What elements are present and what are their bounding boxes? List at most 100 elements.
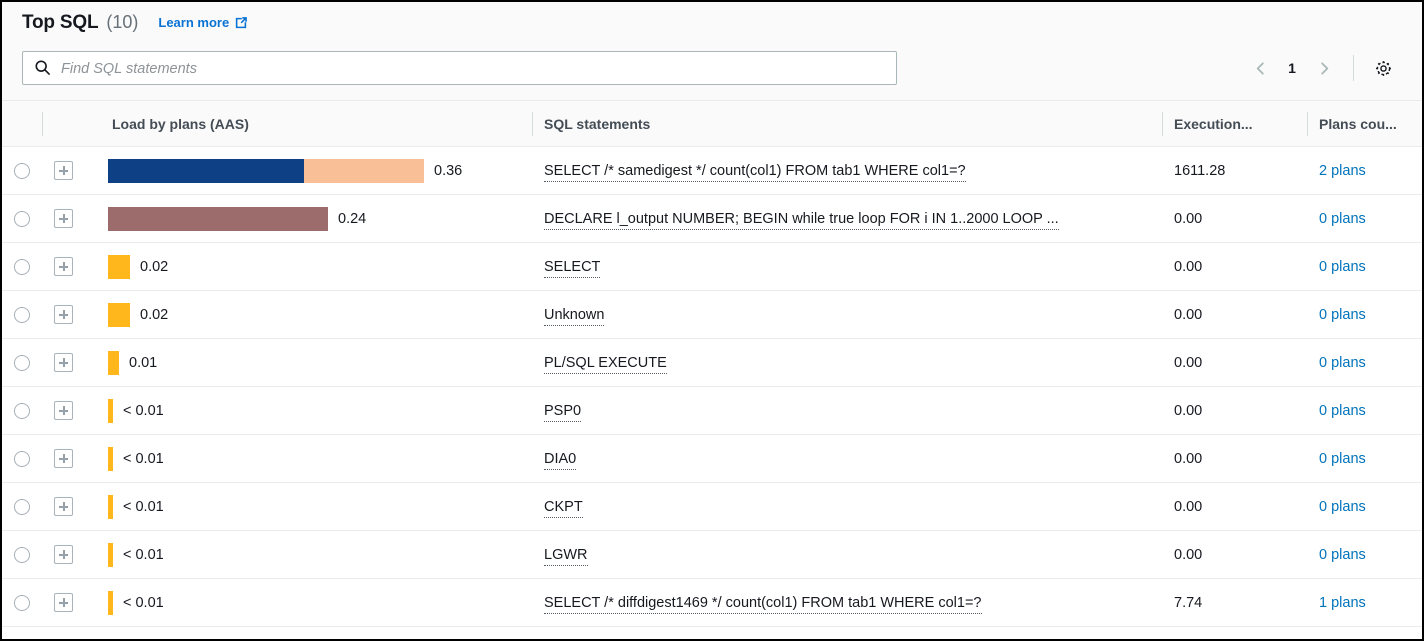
gear-icon[interactable] xyxy=(1368,53,1398,83)
table-row[interactable]: 0.02 SELECT 0.00 0 plans xyxy=(2,243,1422,291)
sql-statement-text[interactable]: SELECT xyxy=(544,259,600,278)
sql-statement-text[interactable]: DIA0 xyxy=(544,451,576,470)
column-header-select xyxy=(2,101,42,147)
table-row[interactable]: 0.24 DECLARE l_output NUMBER; BEGIN whil… xyxy=(2,195,1422,243)
sql-statement-cell: SELECT xyxy=(532,243,1162,291)
sql-statement-text[interactable]: CKPT xyxy=(544,499,583,518)
table-row[interactable]: < 0.01 LGWR 0.00 0 plans xyxy=(2,531,1422,579)
plans-count-link[interactable]: 2 plans xyxy=(1319,163,1366,179)
row-select-cell xyxy=(2,435,42,483)
plans-count-link[interactable]: 0 plans xyxy=(1319,259,1366,275)
row-radio-button[interactable] xyxy=(14,499,30,515)
learn-more-link[interactable]: Learn more xyxy=(158,15,248,30)
table-row[interactable]: < 0.01 CKPT 0.00 0 plans xyxy=(2,483,1422,531)
expand-row-button[interactable] xyxy=(54,401,73,420)
column-header-expand xyxy=(42,101,100,147)
row-select-cell xyxy=(2,147,42,195)
row-expand-cell xyxy=(42,195,100,243)
sql-statement-text[interactable]: Unknown xyxy=(544,307,604,326)
row-expand-cell xyxy=(42,387,100,435)
execution-value: 0.00 xyxy=(1162,531,1307,579)
row-radio-button[interactable] xyxy=(14,163,30,179)
sql-statement-cell: DIA0 xyxy=(532,435,1162,483)
column-header-sql-statements: SQL statements xyxy=(532,101,1162,147)
row-expand-cell xyxy=(42,483,100,531)
table-row[interactable]: < 0.01 PSP0 0.00 0 plans xyxy=(2,387,1422,435)
load-value: < 0.01 xyxy=(123,595,164,611)
plans-count-cell: 0 plans xyxy=(1307,387,1422,435)
row-select-cell xyxy=(2,291,42,339)
load-bar-segment xyxy=(108,543,113,567)
table-container: Load by plans (AAS) SQL statements Execu… xyxy=(2,100,1422,639)
execution-value: 0.00 xyxy=(1162,291,1307,339)
row-select-cell xyxy=(2,243,42,291)
top-sql-table: Load by plans (AAS) SQL statements Execu… xyxy=(2,100,1422,627)
expand-row-button[interactable] xyxy=(54,161,73,180)
execution-value: 0.00 xyxy=(1162,195,1307,243)
sql-statement-text[interactable]: DECLARE l_output NUMBER; BEGIN while tru… xyxy=(544,211,1059,230)
plans-count-cell: 1 plans xyxy=(1307,579,1422,627)
plans-count-link[interactable]: 0 plans xyxy=(1319,403,1366,419)
expand-row-button[interactable] xyxy=(54,593,73,612)
expand-row-button[interactable] xyxy=(54,353,73,372)
sql-statement-cell: SELECT /* diffdigest1469 */ count(col1) … xyxy=(532,579,1162,627)
row-radio-button[interactable] xyxy=(14,355,30,371)
plans-count-link[interactable]: 0 plans xyxy=(1319,355,1366,371)
row-radio-button[interactable] xyxy=(14,595,30,611)
row-radio-button[interactable] xyxy=(14,451,30,467)
expand-row-button[interactable] xyxy=(54,257,73,276)
table-row[interactable]: < 0.01 DIA0 0.00 0 plans xyxy=(2,435,1422,483)
column-header-load-by-plans: Load by plans (AAS) xyxy=(100,101,532,147)
row-radio-button[interactable] xyxy=(14,403,30,419)
load-bar xyxy=(108,543,113,567)
table-row[interactable]: 0.36 SELECT /* samedigest */ count(col1)… xyxy=(2,147,1422,195)
row-radio-button[interactable] xyxy=(14,307,30,323)
table-row[interactable]: < 0.01 SELECT /* diffdigest1469 */ count… xyxy=(2,579,1422,627)
plans-count-link[interactable]: 0 plans xyxy=(1319,307,1366,323)
plans-count-cell: 0 plans xyxy=(1307,243,1422,291)
search-input[interactable] xyxy=(22,51,897,85)
sql-statement-text[interactable]: PL/SQL EXECUTE xyxy=(544,355,667,374)
row-radio-button[interactable] xyxy=(14,211,30,227)
sql-statement-text[interactable]: SELECT /* diffdigest1469 */ count(col1) … xyxy=(544,595,982,614)
sql-statement-text[interactable]: PSP0 xyxy=(544,403,581,422)
search-wrapper xyxy=(22,51,897,85)
load-bar-segment xyxy=(108,207,328,231)
sql-statement-cell: PSP0 xyxy=(532,387,1162,435)
previous-page-button[interactable] xyxy=(1245,53,1275,83)
load-value: 0.36 xyxy=(434,163,462,179)
row-radio-button[interactable] xyxy=(14,259,30,275)
row-select-cell xyxy=(2,339,42,387)
sql-statement-text[interactable]: LGWR xyxy=(544,547,588,566)
load-value: < 0.01 xyxy=(123,403,164,419)
next-page-button[interactable] xyxy=(1309,53,1339,83)
page-number-1[interactable]: 1 xyxy=(1279,60,1305,76)
load-by-plans-cell: 0.24 xyxy=(100,195,532,243)
execution-value: 0.00 xyxy=(1162,339,1307,387)
table-row[interactable]: 0.01 PL/SQL EXECUTE 0.00 0 plans xyxy=(2,339,1422,387)
row-expand-cell xyxy=(42,147,100,195)
top-sql-panel: Top SQL (10) Learn more xyxy=(2,2,1422,639)
plans-count-link[interactable]: 1 plans xyxy=(1319,595,1366,611)
pagination: 1 xyxy=(1245,53,1402,83)
expand-row-button[interactable] xyxy=(54,545,73,564)
plans-count-link[interactable]: 0 plans xyxy=(1319,211,1366,227)
column-header-plans-count: Plans cou... xyxy=(1307,101,1422,147)
external-link-icon xyxy=(234,16,248,30)
load-bar-segment xyxy=(108,303,130,327)
plans-count-link[interactable]: 0 plans xyxy=(1319,499,1366,515)
expand-row-button[interactable] xyxy=(54,449,73,468)
sql-statement-cell: PL/SQL EXECUTE xyxy=(532,339,1162,387)
row-radio-button[interactable] xyxy=(14,547,30,563)
load-by-plans-cell: 0.02 xyxy=(100,291,532,339)
expand-row-button[interactable] xyxy=(54,209,73,228)
table-row[interactable]: 0.02 Unknown 0.00 0 plans xyxy=(2,291,1422,339)
toolbar-divider xyxy=(1353,55,1354,81)
expand-row-button[interactable] xyxy=(54,497,73,516)
expand-row-button[interactable] xyxy=(54,305,73,324)
execution-value: 0.00 xyxy=(1162,243,1307,291)
plans-count-cell: 0 plans xyxy=(1307,291,1422,339)
plans-count-link[interactable]: 0 plans xyxy=(1319,451,1366,467)
plans-count-link[interactable]: 0 plans xyxy=(1319,547,1366,563)
sql-statement-text[interactable]: SELECT /* samedigest */ count(col1) FROM… xyxy=(544,163,966,182)
